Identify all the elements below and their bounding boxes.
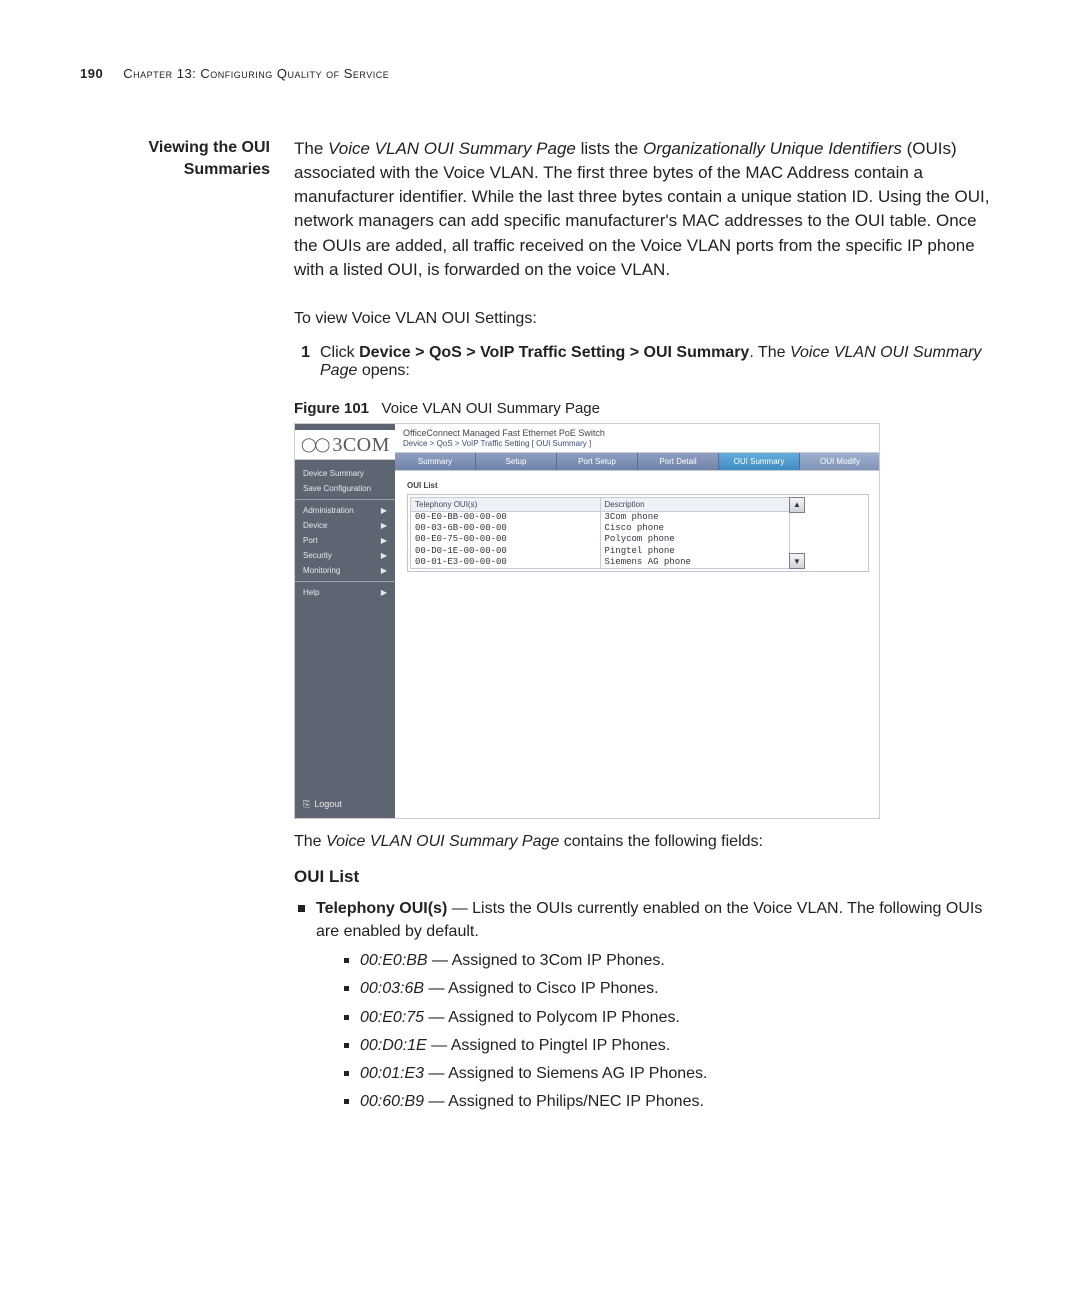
sidebar-item-save-configuration[interactable]: Save Configuration — [295, 481, 395, 496]
side-heading-line2: Summaries — [184, 161, 270, 178]
sidebar-item-device[interactable]: Device▶ — [295, 518, 395, 533]
step-text: Click Device > QoS > VoIP Traffic Settin… — [320, 344, 1000, 380]
col-header-oui: Telephony OUI(s) — [411, 497, 601, 511]
chevron-right-icon: ▶ — [381, 536, 387, 545]
chevron-right-icon: ▶ — [381, 551, 387, 560]
rings-icon: ◯◯ — [301, 437, 328, 454]
page-number: 190 — [80, 66, 103, 81]
brand-logo: ◯◯ 3COM — [295, 430, 395, 460]
side-heading-line1: Viewing the OUI — [149, 139, 271, 156]
tab-summary[interactable]: Summary — [395, 453, 476, 470]
tab-oui-modify[interactable]: OUI Modify — [800, 453, 880, 470]
section-side-heading: Viewing the OUI Summaries — [80, 137, 270, 182]
content-area: OUI List Telephony OUI(s) Description 00… — [395, 471, 880, 818]
step-1: 1 Click Device > QoS > VoIP Traffic Sett… — [294, 344, 1000, 380]
oui-list-heading: OUI List — [294, 867, 1000, 887]
tab-setup[interactable]: Setup — [476, 453, 557, 470]
chevron-right-icon: ▶ — [381, 506, 387, 515]
figure-caption: Figure 101 Voice VLAN OUI Summary Page — [294, 400, 1000, 417]
screenshot: ◯◯ 3COM Device Summary Save Configuratio… — [294, 423, 880, 819]
step-number: 1 — [294, 344, 310, 380]
intro-paragraph: The Voice VLAN OUI Summary Page lists th… — [294, 137, 1000, 282]
product-title: OfficeConnect Managed Fast Ethernet PoE … — [403, 428, 873, 438]
list-item: 00:60:B9 — Assigned to Philips/NEC IP Ph… — [340, 1090, 1000, 1113]
table-row[interactable]: 00-E0-75-00-00-00Polycom phone — [411, 534, 790, 545]
lead-in-sentence: To view Voice VLAN OUI Settings: — [294, 310, 1000, 328]
panel-label: OUI List — [407, 481, 869, 490]
list-item: 00:E0:BB — Assigned to 3Com IP Phones. — [340, 949, 1000, 972]
breadcrumb: Device > QoS > VoIP Traffic Setting [ OU… — [395, 438, 880, 452]
table-row[interactable]: 00-D0-1E-00-00-00Pingtel phone — [411, 546, 790, 557]
sidebar-item-device-summary[interactable]: Device Summary — [295, 466, 395, 481]
chapter-title: Chapter 13: Configuring Quality of Servi… — [123, 66, 389, 81]
running-header: 190 Chapter 13: Configuring Quality of S… — [80, 66, 1000, 81]
scroll-up-icon[interactable]: ▲ — [789, 497, 805, 513]
list-item: 00:03:6B — Assigned to Cisco IP Phones. — [340, 977, 1000, 1000]
oui-table: Telephony OUI(s) Description 00-E0-BB-00… — [410, 497, 790, 569]
tab-oui-summary[interactable]: OUI Summary — [719, 453, 800, 470]
sidebar-item-security[interactable]: Security▶ — [295, 548, 395, 563]
tab-port-detail[interactable]: Port Detail — [638, 453, 719, 470]
logout-link[interactable]: ⎘ Logout — [295, 793, 395, 818]
oui-list-box: Telephony OUI(s) Description 00-E0-BB-00… — [407, 494, 869, 572]
sidebar-item-administration[interactable]: Administration▶ — [295, 503, 395, 518]
chevron-right-icon: ▶ — [381, 588, 387, 597]
sidebar-item-monitoring[interactable]: Monitoring▶ — [295, 563, 395, 578]
fields-lead: The Voice VLAN OUI Summary Page contains… — [294, 833, 1000, 851]
table-scrollbar[interactable]: ▲ ▼ — [789, 497, 805, 569]
tab-bar: Summary Setup Port Setup Port Detail OUI… — [395, 452, 880, 471]
tab-port-setup[interactable]: Port Setup — [557, 453, 638, 470]
sidebar: ◯◯ 3COM Device Summary Save Configuratio… — [295, 424, 395, 818]
scroll-down-icon[interactable]: ▼ — [789, 553, 805, 569]
chevron-right-icon: ▶ — [381, 566, 387, 575]
list-item: 00:E0:75 — Assigned to Polycom IP Phones… — [340, 1006, 1000, 1029]
sidebar-item-port[interactable]: Port▶ — [295, 533, 395, 548]
list-item: 00:01:E3 — Assigned to Siemens AG IP Pho… — [340, 1062, 1000, 1085]
table-row[interactable]: 00-03-6B-00-00-00Cisco phone — [411, 523, 790, 534]
sidebar-item-help[interactable]: Help▶ — [295, 585, 395, 600]
table-row[interactable]: 00-E0-BB-00-00-003Com phone — [411, 511, 790, 523]
field-telephony-oui: Telephony OUI(s) — Lists the OUIs curren… — [294, 897, 1000, 1114]
chevron-right-icon: ▶ — [381, 521, 387, 530]
col-header-description: Description — [600, 497, 790, 511]
table-row[interactable]: 00-01-E3-00-00-00Siemens AG phone — [411, 557, 790, 569]
list-item: 00:D0:1E — Assigned to Pingtel IP Phones… — [340, 1034, 1000, 1057]
main-panel: OfficeConnect Managed Fast Ethernet PoE … — [395, 424, 880, 818]
logout-icon: ⎘ — [303, 799, 310, 810]
